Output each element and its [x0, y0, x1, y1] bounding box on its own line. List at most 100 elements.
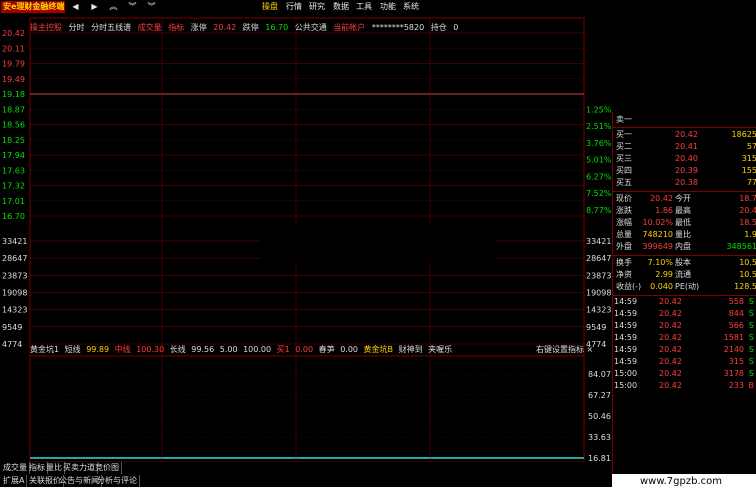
bid-price: 20.38: [675, 178, 698, 187]
stat-label: 内盘: [675, 242, 691, 251]
tick-side: S: [748, 357, 754, 366]
bid-row[interactable]: 买三 20.40 315: [613, 153, 756, 165]
bid-volume: 18625: [731, 130, 756, 139]
stat-label: 最低: [675, 218, 691, 227]
stat-value: 128.5: [734, 282, 756, 291]
tab-extend-a[interactable]: 扩展A: [1, 475, 28, 487]
bid-row[interactable]: 买一 20.42 18625: [613, 129, 756, 141]
level-100-value: 100.00: [243, 345, 272, 354]
volume-axis-label: 4774: [2, 340, 22, 349]
tick-side: S: [748, 321, 754, 330]
bid-row[interactable]: 买四 20.39 155: [613, 165, 756, 177]
redacted-area: [261, 226, 495, 262]
price-axis-label: 17.94: [2, 151, 25, 160]
stat-row: 收益(-) 0.040 PE(动) 128.5: [613, 281, 756, 293]
pct-axis-label: 6.27%: [586, 172, 612, 181]
tick-price: 20.42: [659, 357, 682, 366]
menu-data[interactable]: 数据: [333, 1, 349, 13]
volume-axis-label-right: 9549: [586, 323, 606, 332]
buy1-value: 0.00: [295, 345, 314, 354]
nav-up-icon[interactable]: ︽: [106, 1, 121, 13]
tick-row: 15:00 20.42 233 B: [613, 381, 756, 391]
limit-up-value: 20.42: [213, 23, 237, 32]
price-axis-label: 17.01: [2, 197, 25, 206]
bid-label: 买四: [616, 166, 632, 175]
tick-row: 14:59 20.42 315 S: [613, 357, 756, 367]
limit-down-label: 跌停: [242, 23, 259, 32]
stat-value: 20.4: [739, 206, 756, 215]
volume-axis-label: 19098: [2, 289, 27, 298]
stat-row: 换手 7.10% 股本 10.5: [613, 257, 756, 269]
bid-row[interactable]: 买五 20.38 77: [613, 177, 756, 189]
nav-forward-icon[interactable]: ▶: [87, 1, 102, 13]
menu-trade[interactable]: 操盘: [262, 1, 278, 13]
level-5-value: 5.00: [219, 345, 238, 354]
price-axis-label: 17.32: [2, 182, 25, 191]
tick-price: 20.42: [659, 381, 682, 390]
tick-volume: 1581: [723, 333, 744, 342]
nav-back-icon[interactable]: ◀: [68, 1, 83, 13]
stat-label: 换手: [616, 258, 632, 267]
tab-volume-bottom[interactable]: 成交量: [1, 462, 30, 474]
price-axis-label: 20.42: [2, 29, 25, 38]
bid-label: 买二: [616, 142, 632, 151]
tab-auction-chart[interactable]: 竞价图: [93, 462, 122, 474]
indicator-settings[interactable]: 右键设置指标 ×: [536, 344, 593, 355]
stat-label: 总量: [616, 230, 632, 239]
tab-volume[interactable]: 成交量: [138, 23, 162, 32]
bid-volume: 57: [746, 142, 756, 151]
bid-label: 买三: [616, 154, 632, 163]
divider: [613, 255, 756, 256]
tick-time: 14:59: [614, 333, 638, 342]
stat-row: 外盘 399649 内盘 348561: [613, 241, 756, 253]
stock-name: 操主控股: [30, 23, 62, 32]
volume-axis-label-right: 23873: [586, 271, 611, 280]
price-axis-label: 18.87: [2, 105, 25, 114]
pct-axis-label: 7.52%: [586, 189, 612, 198]
stat-value: 348561: [726, 242, 756, 251]
nav-more-icon[interactable]: ︾: [144, 1, 159, 13]
tick-volume: 315: [728, 357, 744, 366]
tick-side: S: [748, 309, 754, 318]
menu-research[interactable]: 研究: [309, 1, 325, 13]
bid-volume: 77: [746, 178, 756, 187]
position-value: 0: [453, 23, 459, 32]
indicator-axis-label: 33.63: [588, 433, 611, 442]
tab-intraday[interactable]: 分时: [69, 23, 85, 32]
tick-side: S: [748, 297, 754, 306]
volume-axis-label-right: 19098: [586, 289, 611, 298]
stat-label: 股本: [675, 258, 691, 267]
tab-five-lines[interactable]: 分时五线谱: [91, 23, 131, 32]
nav-down-icon[interactable]: ︾: [125, 1, 140, 13]
long-line-value: 99.56: [191, 345, 215, 354]
tick-volume: 2140: [723, 345, 744, 354]
tab-indicator[interactable]: 指标: [168, 23, 184, 32]
chart-tabs: 成交量 指标 量比 买卖力道 竞价图: [0, 462, 612, 474]
menu-functions[interactable]: 功能: [380, 1, 396, 13]
stat-label: 涨幅: [616, 218, 632, 227]
mid-line-value: 100.30: [136, 345, 165, 354]
tick-volume: 844: [728, 309, 744, 318]
volume-axis-label-right: 14323: [586, 306, 611, 315]
tab-analysis[interactable]: 分析与评论: [95, 475, 140, 487]
quote-panel: 卖一 买一 20.42 18625 买二 20.41 57 买三 20.40 3…: [612, 112, 756, 474]
menu-system[interactable]: 系统: [403, 1, 419, 13]
tick-price: 20.42: [659, 297, 682, 306]
stat-value: 399649: [642, 242, 673, 251]
price-axis-label: 19.18: [2, 90, 25, 99]
account-number: ********5820: [371, 23, 425, 32]
menu-quote[interactable]: 行情: [286, 1, 302, 13]
menu-tools[interactable]: 工具: [356, 1, 372, 13]
tick-volume: 233: [728, 381, 744, 390]
indicator-name[interactable]: 黄金坑1: [30, 345, 59, 354]
tick-side: S: [748, 345, 754, 354]
tick-volume: 566: [728, 321, 744, 330]
clip-label: 夹喔乐: [428, 345, 453, 354]
price-axis-label: 17.63: [2, 166, 25, 175]
bid-row[interactable]: 买二 20.41 57: [613, 141, 756, 153]
volume-axis-label-right: 28647: [586, 254, 611, 263]
stat-value: 10.02%: [642, 218, 673, 227]
tick-time: 14:59: [614, 357, 638, 366]
tick-row: 14:59 20.42 558 S: [613, 297, 756, 307]
volume-axis-label: 9549: [2, 323, 22, 332]
